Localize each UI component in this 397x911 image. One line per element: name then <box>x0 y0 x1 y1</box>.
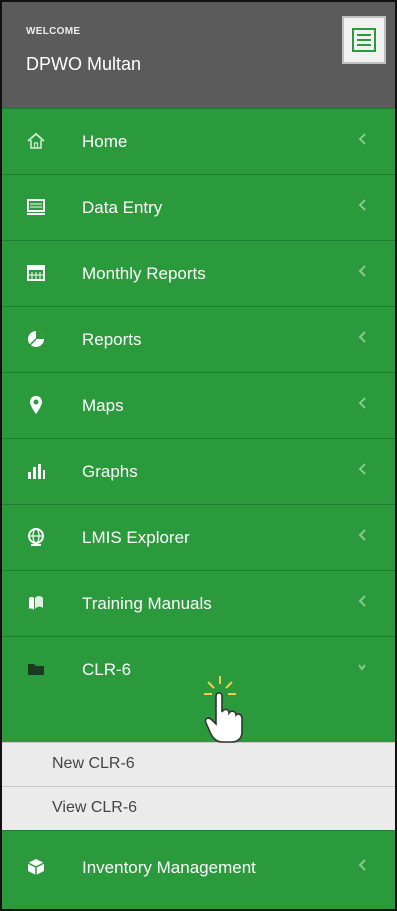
sidebar-item-graphs[interactable]: Graphs <box>2 438 395 504</box>
sidebar: WELCOME DPWO Multan Home Data Entry Mont… <box>0 0 397 911</box>
sidebar-item-label: Inventory Management <box>82 858 256 877</box>
hand-pointer-cursor-icon <box>204 676 243 743</box>
sidebar-item-label: Reports <box>82 330 142 349</box>
user-name: DPWO Multan <box>26 54 142 74</box>
sidebar-item-lmis-explorer[interactable]: LMIS Explorer <box>2 504 395 570</box>
chevron-left-icon <box>358 397 366 409</box>
home-icon <box>27 132 45 149</box>
sidebar-item-label: LMIS Explorer <box>82 528 190 547</box>
cube-icon <box>27 859 45 875</box>
submenu-item-label: View CLR-6 <box>52 799 138 816</box>
sidebar-item-maps[interactable]: Maps <box>2 372 395 438</box>
sidebar-item-label: Graphs <box>82 462 138 481</box>
sidebar-item-home[interactable]: Home <box>2 108 395 174</box>
calendar-icon <box>27 265 45 281</box>
sidebar-item-label: Home <box>82 132 128 151</box>
folder-icon <box>28 664 44 675</box>
sidebar-header: WELCOME DPWO Multan <box>2 2 395 108</box>
welcome-label: WELCOME <box>26 26 81 37</box>
map-marker-icon <box>30 396 42 414</box>
sidebar-item-label: Maps <box>82 396 124 415</box>
sidebar-item-training-manuals[interactable]: Training Manuals <box>2 570 395 636</box>
chevron-down-icon <box>358 664 366 671</box>
sidebar-item-reports[interactable]: Reports <box>2 306 395 372</box>
chevron-left-icon <box>358 463 366 475</box>
chevron-left-icon <box>358 133 366 145</box>
chevron-left-icon <box>358 331 366 343</box>
bar-chart-icon <box>28 464 45 479</box>
sidebar-item-label: Monthly Reports <box>82 264 206 283</box>
sidebar-item-label: Data Entry <box>82 198 163 217</box>
submenu-item-new-clr-6[interactable]: New CLR-6 <box>2 742 395 786</box>
submenu-item-label: New CLR-6 <box>52 755 135 772</box>
submenu-item-view-clr-6[interactable]: View CLR-6 <box>2 786 395 830</box>
chevron-left-icon <box>358 595 366 607</box>
sidebar-item-data-entry[interactable]: Data Entry <box>2 174 395 240</box>
pie-chart-icon <box>28 331 44 347</box>
sidebar-item-label: CLR-6 <box>82 660 132 679</box>
book-icon <box>29 596 43 610</box>
chevron-left-icon <box>358 859 366 871</box>
menu-toggle-button[interactable] <box>342 16 386 64</box>
sidebar-item-label: Training Manuals <box>82 594 212 613</box>
monitor-icon <box>27 199 45 215</box>
hamburger-icon <box>352 28 376 52</box>
globe-icon <box>28 528 44 546</box>
sidebar-item-monthly-reports[interactable]: Monthly Reports <box>2 240 395 306</box>
sidebar-item-inventory-management[interactable]: Inventory Management <box>2 830 395 909</box>
chevron-left-icon <box>358 529 366 541</box>
chevron-left-icon <box>358 199 366 211</box>
chevron-left-icon <box>358 265 366 277</box>
